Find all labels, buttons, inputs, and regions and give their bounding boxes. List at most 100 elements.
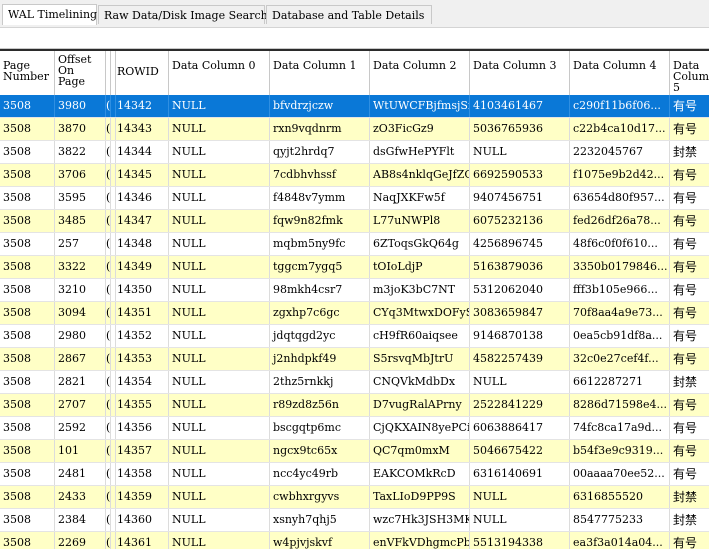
table-row[interactable]: 3508 3595(14346 NULL f4848v7ymm NaqJXKFw5f 94… [0,187,709,210]
table-row[interactable]: 3508 2980(14352 NULL jdqtqgd2yc cH9fR60aiqse… [0,325,709,348]
table-row[interactable]: 3508 2384(14360 NULL xsnyh7qhj5 wzc7Hk3JSH3M… [0,509,709,532]
table-row[interactable]: 3508 3822(14344 NULL qyjt2hrdq7 dsGfwHePYFlt… [0,141,709,164]
cell-data-column-1: f4848v7ymm [270,187,370,209]
cell-page-number: 3508 [0,164,55,186]
cell-data-column-1: xsnyh7qhj5 [270,509,370,531]
cell-rowid: 14343 [116,118,169,140]
header-data-column-2[interactable]: Data Column 2 [370,51,470,95]
table-row[interactable]: 3508 3210(14350 NULL 98mkh4csr7 m3joK3bC7NT 5… [0,279,709,302]
cell-offset-on-page: 2821 [55,371,106,393]
cell-offset-on-page: 3210 [55,279,106,301]
cell-data-column-2: 6ZToqsGkQ64g [370,233,470,255]
header-data-column-0[interactable]: Data Column 0 [169,51,270,95]
header-data-column-5[interactable]: Data Column 5 [670,51,709,95]
cell-rowid: 14355 [116,394,169,416]
toolbar-strip [0,28,709,49]
table-row[interactable]: 3508 3094(14351 NULL zgxhp7c6gc CYq3MtwxDOFy… [0,302,709,325]
tab-database-details[interactable]: Database and Table Details [266,5,432,24]
cell-data-column-5: 有号 [670,233,709,255]
cell-data-column-2: L77uNWPl8 [370,210,470,232]
cell-data-column-2: D7vugRalAPrny [370,394,470,416]
cell-data-column-1: mqbm5ny9fc [270,233,370,255]
cell-offset-on-page: 101 [55,440,106,462]
cell-data-column-4: 8547775233 [570,509,670,531]
cell-data-column-1: w4pjvjskvf [270,532,370,549]
cell-data-column-2: NaqJXKFw5f [370,187,470,209]
table-row[interactable]: 3508 2821(14354 NULL 2thz5rnkkj CNQVkMdbDx NU… [0,371,709,394]
tab-label: Database and Table Details [272,9,425,22]
cell-data-column-2: CjQKXAIN8yePCi [370,417,470,439]
cell-data-column-5: 有号 [670,210,709,232]
cell-data-column-3: NULL [470,509,570,531]
cell-offset-on-page: 2592 [55,417,106,439]
tab-label: Raw Data/Disk Image Search [104,9,268,22]
table-row-selected[interactable]: 3508 3980(14342 NULL bfvdrzjczw WtUWCFBjfmsj… [0,95,709,118]
cell-rowid: 14350 [116,279,169,301]
cell-offset-on-page: 2384 [55,509,106,531]
header-data-column-1[interactable]: Data Column 1 [270,51,370,95]
cell-data-column-1: j2nhdpkf49 [270,348,370,370]
cell-data-column-4: b54f3e9c9319... [570,440,670,462]
cell-offset-on-page: 2707 [55,394,106,416]
cell-data-column-1: qyjt2hrdq7 [270,141,370,163]
cell-data-column-2: tOIoLdjP [370,256,470,278]
header-data-column-4[interactable]: Data Column 4 [570,51,670,95]
cell-data-column-5: 封禁 [670,509,709,531]
header-offset-on-page[interactable]: Offset On Page [55,51,106,95]
header-rowid[interactable]: ROWID [116,51,169,95]
tab-raw-data-search[interactable]: Raw Data/Disk Image Search [98,5,268,24]
cell-page-number: 3508 [0,302,55,324]
cell-page-number: 3508 [0,417,55,439]
cell-page-number: 3508 [0,95,55,117]
cell-rowid: 14351 [116,302,169,324]
cell-data-column-4: 74fc8ca17a9d... [570,417,670,439]
table-row[interactable]: 3508 3706(14345 NULL 7cdbhvhssf AB8s4nklqGeJ… [0,164,709,187]
cell-data-column-1: bscgqtp6mc [270,417,370,439]
table-row[interactable]: 3508 2481(14358 NULL ncc4yc49rb EAKCOMkRcD 63… [0,463,709,486]
cell-rowid: 14354 [116,371,169,393]
cell-page-number: 3508 [0,440,55,462]
cell-data-column-2: enVFkVDhgmcPbe [370,532,470,549]
cell-data-column-1: 7cdbhvhssf [270,164,370,186]
cell-rowid: 14353 [116,348,169,370]
header-data-column-3[interactable]: Data Column 3 [470,51,570,95]
cell-data-column-2: m3joK3bC7NT [370,279,470,301]
cell-offset-on-page: 3706 [55,164,106,186]
cell-data-column-2: EAKCOMkRcD [370,463,470,485]
cell-offset-on-page: 3322 [55,256,106,278]
cell-data-column-0: NULL [169,95,270,117]
tab-label: WAL Timelining [8,8,98,21]
table-row[interactable]: 3508 101(14357 NULL ngcx9tc65x QC7qm0mxM 5046… [0,440,709,463]
records-table[interactable]: Page Number Offset On Page ROWID Data Co… [0,49,709,549]
table-row[interactable]: 3508 2592(14356 NULL bscgqtp6mc CjQKXAIN8yeP… [0,417,709,440]
table-row[interactable]: 3508 2707(14355 NULL r89zd8z56n D7vugRalAPrn… [0,394,709,417]
cell-page-number: 3508 [0,463,55,485]
cell-page-number: 3508 [0,256,55,278]
cell-data-column-5: 有号 [670,118,709,140]
cell-data-column-0: NULL [169,348,270,370]
cell-offset-on-page: 257 [55,233,106,255]
cell-data-column-1: ncc4yc49rb [270,463,370,485]
table-row[interactable]: 3508 2269(14361 NULL w4pjvjskvf enVFkVDhgmcP… [0,532,709,549]
cell-rowid: 14342 [116,95,169,117]
header-page-number[interactable]: Page Number [0,51,55,95]
cell-data-column-4: f1075e9b2d42... [570,164,670,186]
cell-data-column-3: 6316140691 [470,463,570,485]
table-row[interactable]: 3508 2433(14359 NULL cwbhxrgyvs TaxLIoD9PP9S… [0,486,709,509]
cell-data-column-3: 9146870138 [470,325,570,347]
cell-data-column-4: ea3f3a014a04... [570,532,670,549]
table-row[interactable]: 3508 3870(14343 NULL rxn9vqdnrm zO3FicGz9 503… [0,118,709,141]
table-row[interactable]: 3508 3322(14349 NULL tggcm7ygq5 tOIoLdjP 5163… [0,256,709,279]
cell-data-column-3: NULL [470,486,570,508]
table-row[interactable]: 3508 2867(14353 NULL j2nhdpkf49 S5rsvqMbJtrU… [0,348,709,371]
cell-data-column-3: 9407456751 [470,187,570,209]
cell-offset-on-page: 3870 [55,118,106,140]
cell-data-column-4: c290f11b6f06... [570,95,670,117]
tab-wal-timelining[interactable]: WAL Timelining [2,4,97,25]
table-row[interactable]: 3508 3485(14347 NULL fqw9n82fmk L77uNWPl8 607… [0,210,709,233]
cell-data-column-3: 4256896745 [470,233,570,255]
cell-offset-on-page: 2481 [55,463,106,485]
cell-data-column-1: 98mkh4csr7 [270,279,370,301]
cell-data-column-2: QC7qm0mxM [370,440,470,462]
table-row[interactable]: 3508 257(14348 NULL mqbm5ny9fc 6ZToqsGkQ64g 4… [0,233,709,256]
